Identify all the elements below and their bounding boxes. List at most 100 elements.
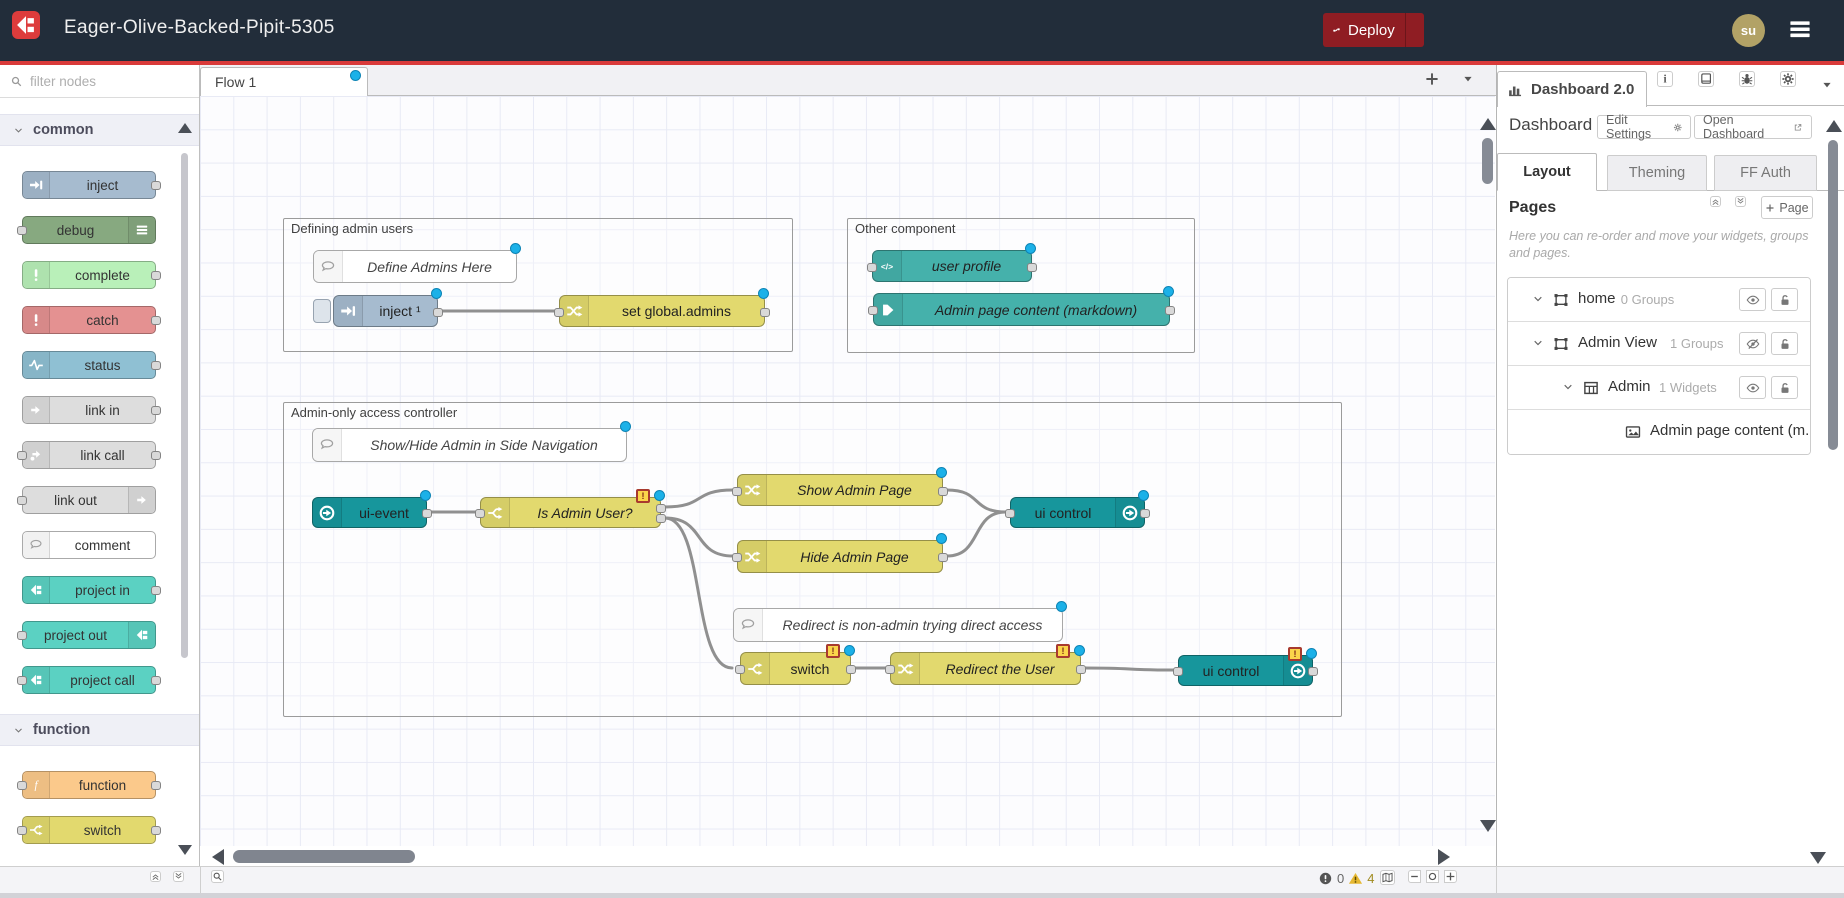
chevron-down-icon[interactable] [1532,293,1544,305]
node-ui-event[interactable]: ui-event [312,497,427,528]
node-user-profile[interactable]: </>user profile [872,250,1032,282]
palette-scroll-down-icon[interactable] [178,845,192,855]
info-tab-button[interactable]: i [1657,71,1673,87]
zoom-out-button[interactable] [1408,870,1421,883]
input-port[interactable] [735,665,745,674]
tab-flow-1[interactable]: Flow 1 [200,67,368,97]
node-ui-control[interactable]: ui control [1010,497,1145,528]
palette-node-link-in[interactable]: link in [22,396,156,424]
output-port[interactable] [151,181,161,190]
visibility-off-button[interactable] [1739,332,1766,355]
output-port[interactable] [151,451,161,460]
output-port[interactable] [422,509,432,518]
deploy-button[interactable]: Deploy [1323,13,1424,47]
zoom-in-button[interactable] [1444,870,1457,883]
unlock-button[interactable] [1771,376,1798,399]
input-port[interactable] [868,306,878,315]
output-port[interactable] [1165,306,1175,315]
edit-settings-button[interactable]: Edit Settings [1597,115,1691,139]
deploy-options-caret[interactable] [1406,25,1424,36]
input-port[interactable] [732,487,742,496]
input-port[interactable] [17,826,27,835]
input-port[interactable] [17,496,27,505]
output-port[interactable] [433,308,443,317]
output-port[interactable] [151,316,161,325]
tree-row-admin-page-content-m-[interactable]: Admin page content (m... [1508,410,1810,454]
node-inject-[interactable]: inject ¹ [333,295,438,327]
palette-node-project-in[interactable]: project in [22,576,156,604]
wire[interactable] [665,518,732,668]
input-port[interactable] [867,263,877,272]
tab-theming[interactable]: Theming [1607,155,1707,191]
input-port[interactable] [475,509,485,518]
notification-counts[interactable]: 0 4 [1318,871,1374,886]
canvas-horizontal-scrollbar[interactable] [233,850,415,863]
move-up-button[interactable] [1710,196,1721,207]
visibility-button[interactable] [1739,288,1766,311]
node-define-admins-here[interactable]: Define Admins Here [313,250,517,283]
flow-list-caret[interactable] [1462,73,1474,85]
wire[interactable] [947,490,1006,512]
palette-node-function[interactable]: ffunction [22,771,156,799]
palette-scroll-up-icon[interactable] [178,123,192,133]
help-tab-button[interactable] [1698,71,1714,87]
node-show-admin-page[interactable]: Show Admin Page [737,474,943,506]
sidebar-scroll-down-icon[interactable] [1810,852,1826,864]
chevron-down-icon[interactable] [1532,337,1544,349]
palette-node-link-call[interactable]: link call [22,441,156,469]
output-port[interactable] [760,308,770,317]
tree-row-admin[interactable]: Admin1 Widgets [1508,366,1810,410]
unlock-button[interactable] [1771,332,1798,355]
zoom-reset-button[interactable] [1426,870,1439,883]
add-flow-button[interactable] [1424,71,1440,87]
palette-collapse-all-button[interactable] [150,871,161,882]
output-port[interactable] [938,487,948,496]
unlock-button[interactable] [1771,288,1798,311]
canvas-search-button[interactable] [211,870,224,883]
output-port[interactable] [656,514,666,523]
input-port[interactable] [17,451,27,460]
tree-row-admin-view[interactable]: Admin View1 Groups [1508,322,1810,366]
navigator-button[interactable] [1380,870,1395,885]
config-tab-button[interactable] [1780,71,1796,87]
input-port[interactable] [1005,509,1015,518]
palette-node-catch[interactable]: catch [22,306,156,334]
output-port[interactable] [656,504,666,513]
node-redirect-is-non-admin-trying-direct-access[interactable]: Redirect is non-admin trying direct acce… [733,608,1063,642]
output-port[interactable] [1027,263,1037,272]
inject-trigger-button[interactable] [313,299,331,323]
input-port[interactable] [1173,667,1183,676]
output-port[interactable] [151,586,161,595]
tab-dashboard-2[interactable]: Dashboard 2.0 [1497,71,1647,107]
node-hide-admin-page[interactable]: Hide Admin Page [737,540,943,573]
output-port[interactable] [151,826,161,835]
input-port[interactable] [17,226,27,235]
visibility-button[interactable] [1739,376,1766,399]
palette-node-link-out[interactable]: link out [22,486,156,514]
node-show-hide-admin-in-side-navigation[interactable]: Show/Hide Admin in Side Navigation [312,428,627,462]
output-port[interactable] [151,676,161,685]
palette-scrollbar[interactable] [181,153,188,658]
input-port[interactable] [885,665,895,674]
palette-category-function[interactable]: function [0,714,199,746]
output-port[interactable] [1076,665,1086,674]
tree-row-home[interactable]: home0 Groups [1508,278,1810,322]
debug-tab-button[interactable] [1739,71,1755,87]
input-port[interactable] [554,308,564,317]
tab-ff-auth[interactable]: FF Auth [1714,155,1817,191]
wire[interactable] [665,490,733,507]
open-dashboard-button[interactable]: Open Dashboard [1694,115,1812,139]
node-redirect-the-user[interactable]: Redirect the User! [890,652,1081,685]
palette-node-complete[interactable]: complete [22,261,156,289]
input-port[interactable] [732,553,742,562]
node-switch[interactable]: switch! [740,652,851,685]
palette-node-project-call[interactable]: project call [22,666,156,694]
sidebar-scroll-up-icon[interactable] [1826,120,1842,132]
palette-category-common[interactable]: common [0,114,199,146]
palette-search[interactable]: filter nodes [0,65,199,98]
input-port[interactable] [17,631,27,640]
output-port[interactable] [151,406,161,415]
wire[interactable] [1085,668,1174,670]
palette-node-inject[interactable]: inject [22,171,156,199]
tab-layout[interactable]: Layout [1497,153,1597,191]
